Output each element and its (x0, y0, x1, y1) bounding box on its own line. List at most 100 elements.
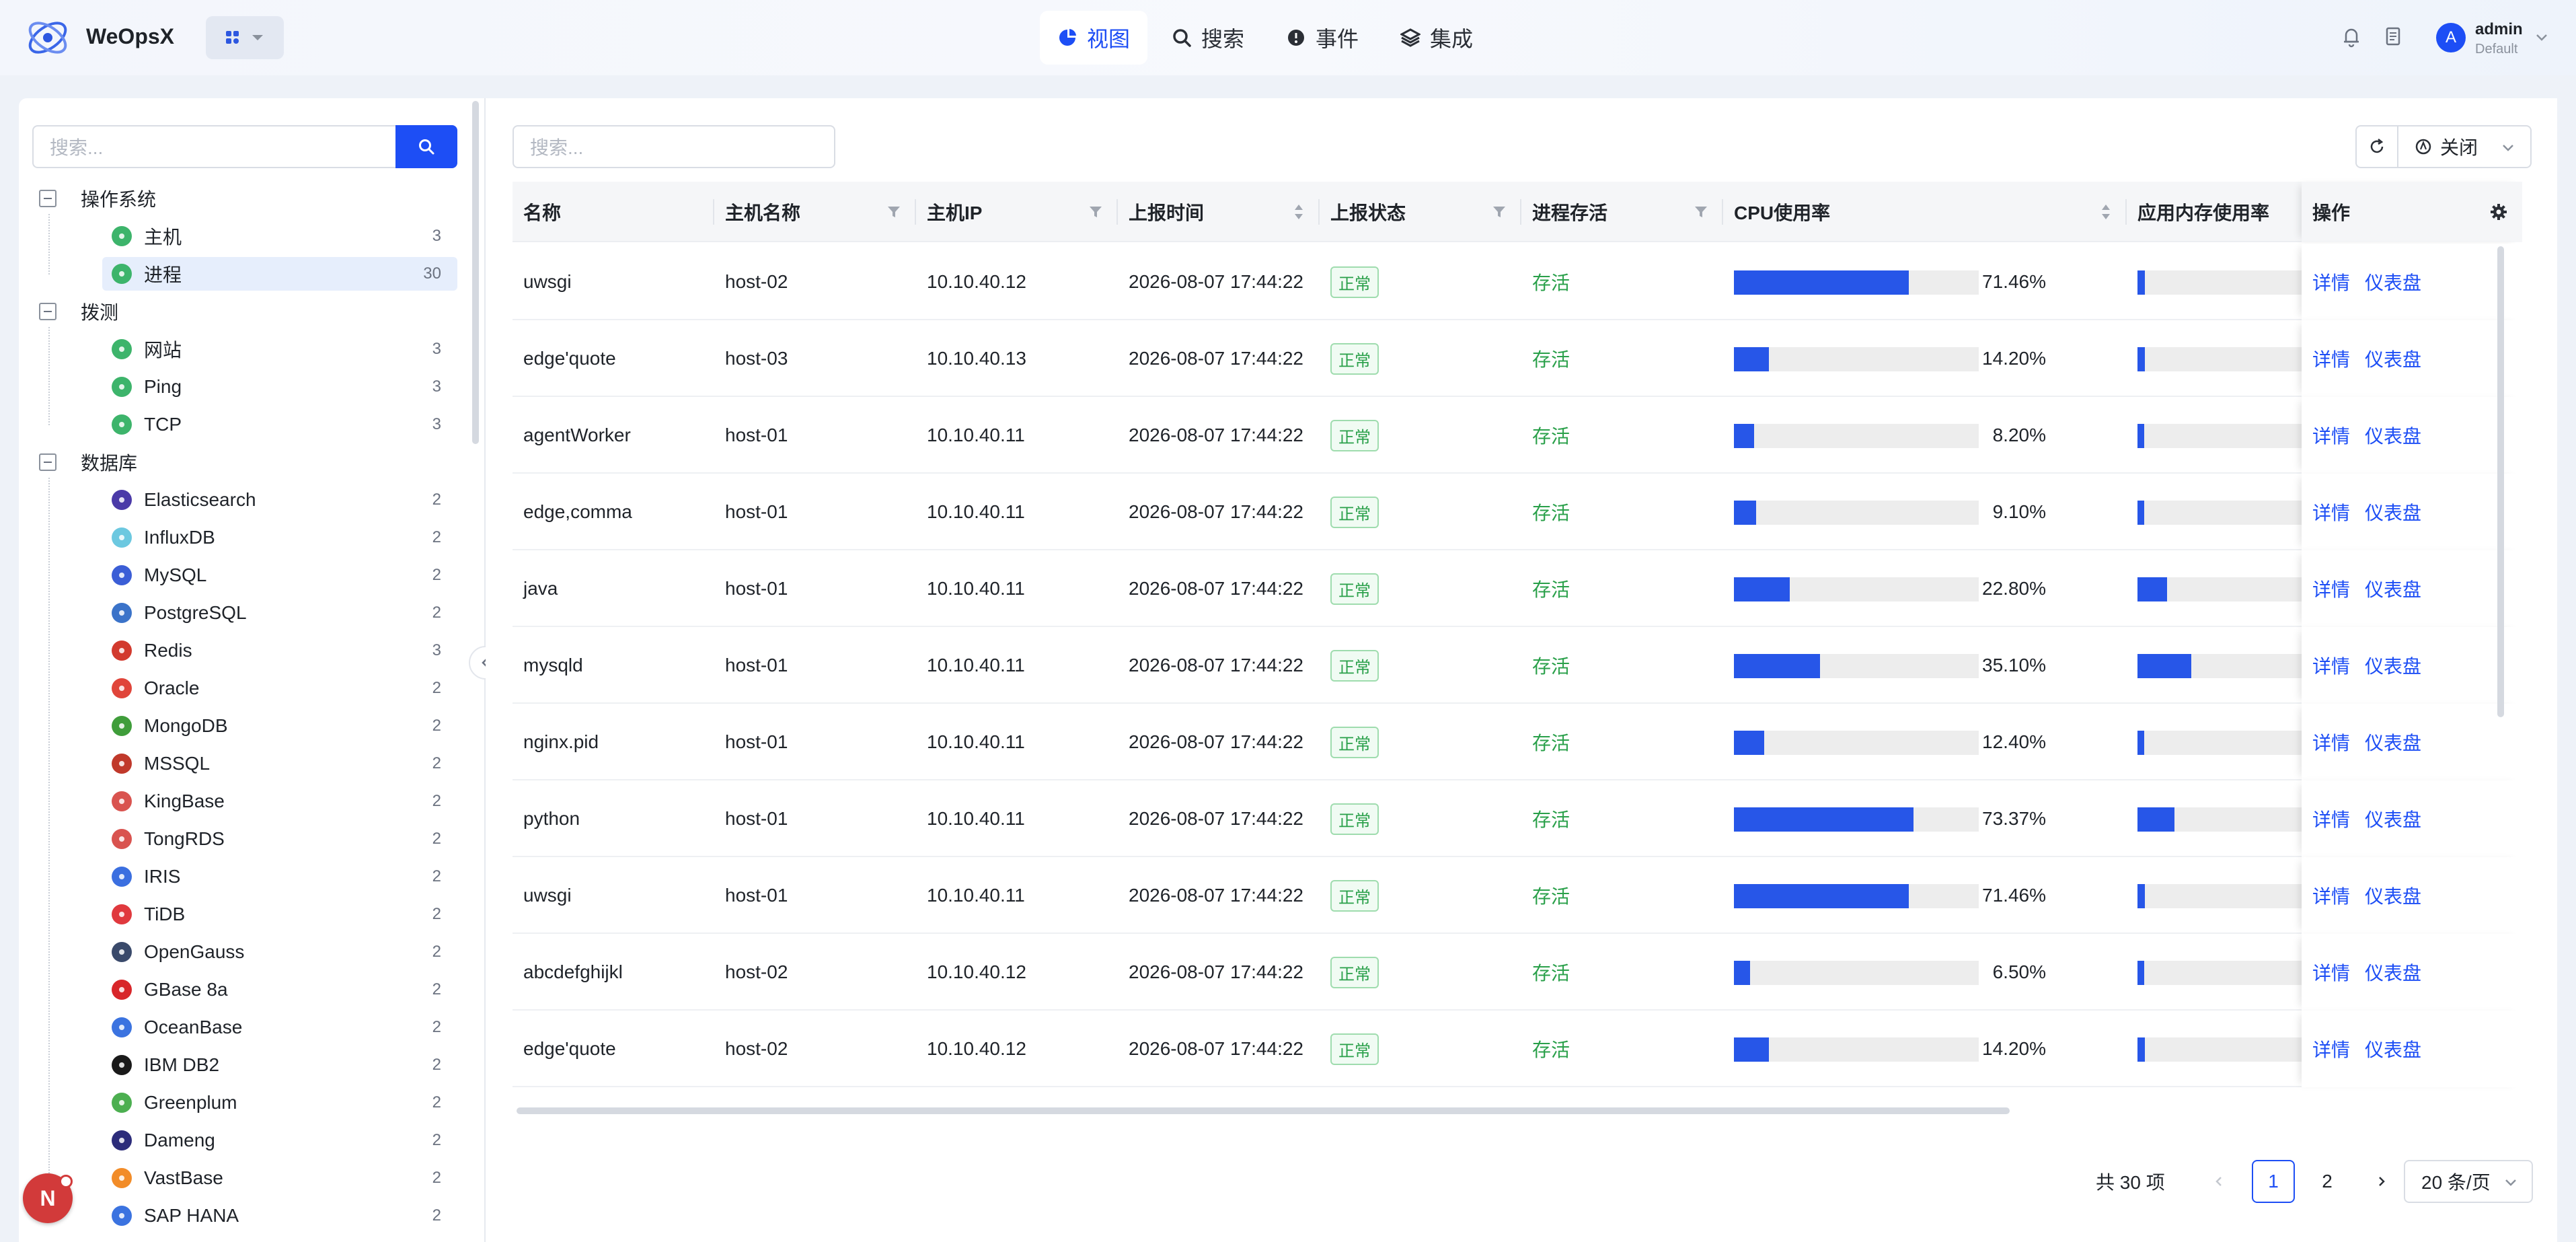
tree-group[interactable]: 数据库 (39, 445, 137, 479)
sidebar-item[interactable]: 网站 3 (102, 332, 457, 366)
dashboard-link[interactable]: 仪表盘 (2365, 882, 2421, 909)
detail-link[interactable]: 详情 (2312, 959, 2350, 986)
table-horizontal-scrollbar[interactable] (517, 1107, 2010, 1114)
column-header[interactable]: 主机IP (916, 182, 1118, 242)
page-button-2[interactable]: 2 (2306, 1160, 2349, 1203)
tree-group[interactable]: 拨测 (39, 295, 118, 328)
table-vertical-scrollbar[interactable] (2497, 246, 2504, 717)
sidebar-item[interactable]: TongRDS 2 (102, 822, 457, 856)
detail-link[interactable]: 详情 (2312, 1035, 2350, 1062)
table-row[interactable]: agentWorker host-01 10.10.40.11 2026-08-07 … (513, 397, 2522, 474)
table-row[interactable]: edge,comma host-01 10.10.40.11 2026-08-07 1… (513, 474, 2522, 550)
table-row[interactable]: abcdefghijkl host-02 10.10.40.12 2026-08-07… (513, 934, 2522, 1011)
sidebar-item[interactable]: MSSQL 2 (102, 747, 457, 780)
column-header[interactable]: CPU使用率 (1723, 182, 2127, 242)
sidebar-item[interactable]: Ping 3 (102, 370, 457, 404)
table-search-input[interactable]: 搜索... (513, 125, 835, 168)
page-size-select[interactable]: 20 条/页 (2404, 1160, 2533, 1203)
user-avatar[interactable]: A (2436, 23, 2466, 52)
table-row[interactable]: java host-01 10.10.40.11 2026-08-07 17:44:2… (513, 550, 2522, 627)
detail-link[interactable]: 详情 (2312, 422, 2350, 449)
table-row[interactable]: edge'quote host-02 10.10.40.12 2026-08-07 1… (513, 1011, 2522, 1087)
sidebar-item[interactable]: OceanBase 2 (102, 1011, 457, 1044)
column-header[interactable]: 应用内存使用率 (2127, 182, 2302, 242)
detail-link[interactable]: 详情 (2312, 729, 2350, 756)
dashboard-link[interactable]: 仪表盘 (2365, 652, 2421, 679)
dashboard-link[interactable]: 仪表盘 (2365, 268, 2421, 295)
column-header[interactable]: 进程存活 (1521, 182, 1723, 242)
column-header[interactable]: 主机名称 (714, 182, 916, 242)
sidebar-item[interactable]: TiDB 2 (102, 898, 457, 931)
nav-integration[interactable]: 集成 (1383, 11, 1490, 65)
detail-link[interactable]: 详情 (2312, 268, 2350, 295)
table-row[interactable]: mysqld host-01 10.10.40.11 2026-08-07 17:44… (513, 627, 2522, 704)
sidebar-item[interactable]: PostgreSQL 2 (102, 596, 457, 630)
dashboard-link[interactable]: 仪表盘 (2365, 499, 2421, 525)
filter-icon[interactable] (1694, 205, 1708, 219)
sidebar-item[interactable]: Elasticsearch 2 (102, 483, 457, 517)
bell-icon[interactable] (2339, 24, 2363, 48)
detail-link[interactable]: 详情 (2312, 345, 2350, 372)
collapse-toggle-icon[interactable] (39, 453, 56, 471)
sort-icon[interactable] (2100, 203, 2112, 221)
sidebar-item[interactable]: SAP HANA 2 (102, 1199, 457, 1233)
auto-refresh-select[interactable]: 关闭 (2397, 125, 2532, 168)
table-row[interactable]: python host-01 10.10.40.11 2026-08-07 17:44… (513, 780, 2522, 857)
page-prev-button[interactable] (2198, 1160, 2241, 1203)
detail-link[interactable]: 详情 (2312, 882, 2350, 909)
table-row[interactable]: uwsgi host-01 10.10.40.11 2026-08-07 17:44:… (513, 857, 2522, 934)
sidebar-item[interactable]: MySQL 2 (102, 558, 457, 592)
dashboard-link[interactable]: 仪表盘 (2365, 729, 2421, 756)
refresh-button[interactable] (2355, 125, 2398, 168)
dashboard-link[interactable]: 仪表盘 (2365, 422, 2421, 449)
sidebar-item[interactable]: KingBase 2 (102, 784, 457, 818)
detail-link[interactable]: 详情 (2312, 805, 2350, 832)
table-row[interactable]: uwsgi host-02 10.10.40.12 2026-08-07 17:44:… (513, 244, 2522, 320)
column-header[interactable]: 名称 (513, 182, 714, 242)
sidebar-item[interactable]: OpenGauss 2 (102, 935, 457, 969)
detail-link[interactable]: 详情 (2312, 575, 2350, 602)
sidebar-item[interactable]: TCP 3 (102, 408, 457, 441)
column-header[interactable]: 操作 (2302, 182, 2522, 242)
detail-link[interactable]: 详情 (2312, 499, 2350, 525)
sidebar-search-button[interactable] (395, 125, 457, 168)
dashboard-link[interactable]: 仪表盘 (2365, 805, 2421, 832)
table-row[interactable]: nginx.pid host-01 10.10.40.11 2026-08-07 17… (513, 704, 2522, 780)
document-icon[interactable] (2381, 24, 2405, 48)
sidebar-item[interactable]: VastBase 2 (102, 1161, 457, 1195)
sidebar-item[interactable]: 主机 3 (102, 219, 457, 253)
collapse-toggle-icon[interactable] (39, 190, 56, 207)
sidebar-item[interactable]: Greenplum 2 (102, 1086, 457, 1120)
sort-icon[interactable] (1293, 203, 1305, 221)
user-name[interactable]: admin (2475, 20, 2523, 39)
sidebar-item[interactable]: Redis 3 (102, 634, 457, 667)
filter-icon[interactable] (1088, 205, 1103, 219)
filter-icon[interactable] (886, 205, 901, 219)
chevron-down-icon[interactable] (2534, 30, 2549, 44)
detail-link[interactable]: 详情 (2312, 652, 2350, 679)
sidebar-item[interactable]: GBase 8a 2 (102, 973, 457, 1007)
table-row[interactable]: edge'quote host-03 10.10.40.13 2026-08-07 1… (513, 320, 2522, 397)
collapse-toggle-icon[interactable] (39, 303, 56, 320)
sidebar-scrollbar[interactable] (472, 101, 479, 444)
nav-view[interactable]: 视图 (1040, 11, 1148, 65)
sidebar-item[interactable]: 进程 30 (102, 257, 457, 291)
sidebar-item[interactable]: IBM DB2 2 (102, 1048, 457, 1082)
dashboard-link[interactable]: 仪表盘 (2365, 575, 2421, 602)
app-switcher[interactable] (206, 16, 284, 59)
weopsx-logo-icon[interactable] (24, 16, 71, 59)
sidebar-item[interactable]: InfluxDB 2 (102, 521, 457, 554)
dashboard-link[interactable]: 仪表盘 (2365, 1035, 2421, 1062)
tree-group[interactable]: 操作系统 (39, 182, 156, 215)
page-next-button[interactable] (2359, 1160, 2402, 1203)
filter-icon[interactable] (1492, 205, 1507, 219)
column-header[interactable]: 上报状态 (1320, 182, 1521, 242)
nav-event[interactable]: 事件 (1268, 11, 1376, 65)
sidebar-item[interactable]: Dameng 2 (102, 1124, 457, 1157)
page-button-1[interactable]: 1 (2252, 1160, 2295, 1203)
column-header[interactable]: 上报时间 (1118, 182, 1320, 242)
sidebar-search-input[interactable]: 搜索... (32, 125, 395, 168)
sidebar-item[interactable]: IRIS 2 (102, 860, 457, 893)
settings-gear-icon[interactable] (2490, 203, 2507, 221)
dashboard-link[interactable]: 仪表盘 (2365, 959, 2421, 986)
